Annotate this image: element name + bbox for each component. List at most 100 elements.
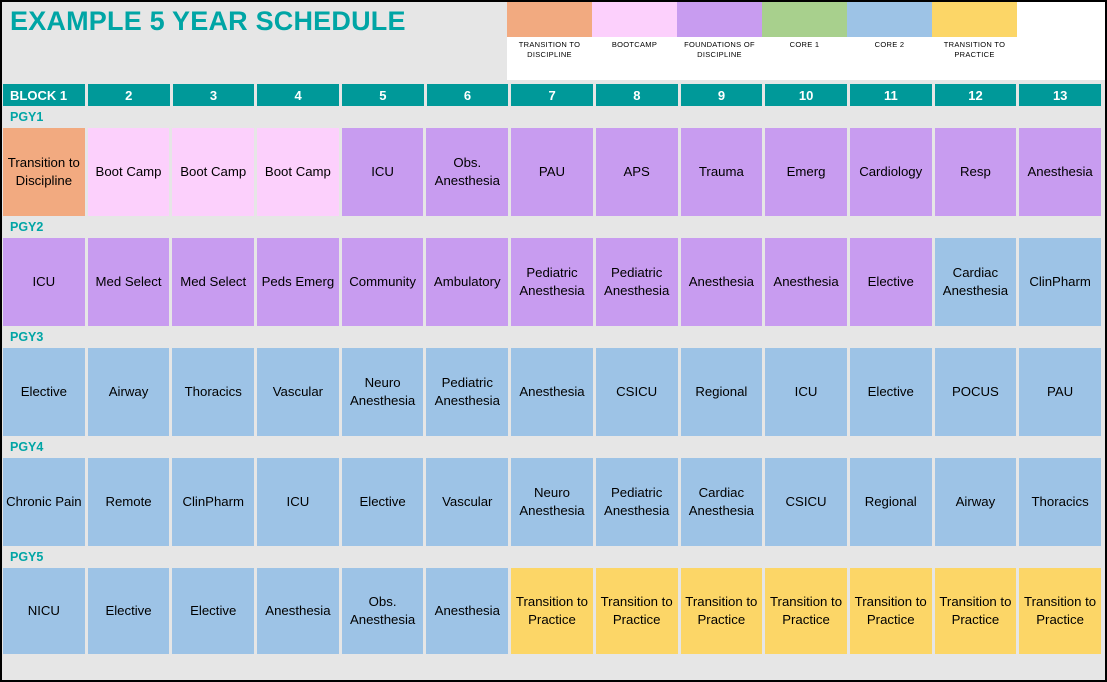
rotation-cell[interactable]: Obs. Anesthesia	[426, 128, 509, 216]
legend-item: CORE 2	[847, 2, 932, 50]
block-header-row: BLOCK 1 2 3 4 5 6 7 8 9 10 11 12 13	[2, 84, 1105, 106]
rotation-cell[interactable]: NICU	[3, 568, 85, 654]
block-header-cell[interactable]: BLOCK 1	[3, 84, 85, 106]
rotation-row: ICU Med Select Med Select Peds Emerg Communi…	[2, 238, 1105, 326]
legend-label: CORE 2	[874, 40, 905, 49]
rotation-cell[interactable]: Peds Emerg	[257, 238, 339, 326]
legend-item: BOOTCAMP	[592, 2, 677, 50]
rotation-cell[interactable]: Elective	[87, 568, 170, 654]
block-header-cell[interactable]: 8	[595, 84, 678, 106]
rotation-cell[interactable]: Cardiology	[849, 128, 932, 216]
rotation-cell[interactable]: Elective	[3, 348, 85, 436]
rotation-cell[interactable]: Pediatric Anesthesia	[426, 348, 509, 436]
block-header-cell[interactable]: 5	[341, 84, 424, 106]
legend-label: CORE 1	[789, 40, 820, 49]
rotation-cell[interactable]: Resp	[934, 128, 1017, 216]
rotation-cell[interactable]: Thoracics	[1019, 458, 1101, 546]
rotation-cell[interactable]: Transition to Discipline	[3, 128, 85, 216]
rotation-cell[interactable]: Trauma	[680, 128, 763, 216]
legend-item: TRANSITION TO DISCIPLINE	[507, 2, 592, 60]
year-label: PGY3	[10, 330, 44, 344]
block-header-cell[interactable]: 4	[257, 84, 339, 106]
rotation-cell[interactable]: Anesthesia	[257, 568, 339, 654]
rotation-cell[interactable]: Ambulatory	[426, 238, 509, 326]
rotation-cell[interactable]: ICU	[3, 238, 85, 326]
year-label: PGY5	[10, 550, 44, 564]
rotation-cell[interactable]: ClinPharm	[1019, 238, 1101, 326]
rotation-cell[interactable]: Neuro Anesthesia	[341, 348, 424, 436]
rotation-cell[interactable]: Med Select	[172, 238, 255, 326]
rotation-row: Chronic Pain Remote ClinPharm ICU Elective Va…	[2, 458, 1105, 546]
rotation-cell[interactable]: Transition to Practice	[849, 568, 932, 654]
year-group-pgy3: PGY3 Elective Airway Thoracics Vascular Neuro…	[2, 326, 1105, 436]
rotation-cell[interactable]: Regional	[680, 348, 763, 436]
rotation-cell[interactable]: CSICU	[765, 458, 847, 546]
rotation-cell[interactable]: ClinPharm	[172, 458, 255, 546]
rotation-cell[interactable]: Anesthesia	[765, 238, 847, 326]
rotation-cell[interactable]: Pediatric Anesthesia	[595, 458, 678, 546]
block-header-cell[interactable]: 9	[680, 84, 763, 106]
rotation-cell[interactable]: ICU	[765, 348, 847, 436]
rotation-cell[interactable]: Elective	[341, 458, 424, 546]
rotation-cell[interactable]: Transition to Practice	[1019, 568, 1101, 654]
rotation-row: Transition to Discipline Boot Camp Boot Ca…	[2, 128, 1105, 216]
block-header-cell[interactable]: 7	[511, 84, 593, 106]
rotation-cell[interactable]: Elective	[172, 568, 255, 654]
rotation-cell[interactable]: Boot Camp	[257, 128, 339, 216]
rotation-cell[interactable]: POCUS	[934, 348, 1017, 436]
legend-swatch	[932, 2, 1017, 37]
rotation-cell[interactable]: Remote	[87, 458, 170, 546]
rotation-cell[interactable]: Med Select	[87, 238, 170, 326]
block-header-cell[interactable]: 10	[765, 84, 847, 106]
year-group-pgy1: PGY1 Transition to Discipline Boot Camp Boo…	[2, 106, 1105, 216]
rotation-cell[interactable]: Chronic Pain	[3, 458, 85, 546]
rotation-cell[interactable]: Obs. Anesthesia	[341, 568, 424, 654]
rotation-cell[interactable]: Cardiac Anesthesia	[934, 238, 1017, 326]
rotation-cell[interactable]: Transition to Practice	[765, 568, 847, 654]
block-header-cell[interactable]: 3	[172, 84, 255, 106]
rotation-cell[interactable]: Transition to Practice	[511, 568, 593, 654]
block-header-cell[interactable]: 6	[426, 84, 509, 106]
rotation-cell[interactable]: Elective	[849, 348, 932, 436]
block-header-cell[interactable]: 11	[850, 84, 932, 106]
rotation-cell[interactable]: Elective	[849, 238, 932, 326]
rotation-cell[interactable]: Pediatric Anesthesia	[511, 238, 593, 326]
year-label: PGY2	[10, 220, 44, 234]
rotation-cell[interactable]: PAU	[1019, 348, 1101, 436]
legend-label: TRANSITION TO PRACTICE	[943, 40, 1006, 59]
block-header-cell[interactable]: 2	[87, 84, 170, 106]
rotation-cell[interactable]: Airway	[934, 458, 1017, 546]
rotation-cell[interactable]: ICU	[341, 128, 424, 216]
rotation-cell[interactable]: Community	[341, 238, 424, 326]
legend-item: FOUNDATIONS OF DISCIPLINE	[677, 2, 762, 60]
rotation-cell[interactable]: Boot Camp	[172, 128, 255, 216]
rotation-cell[interactable]: APS	[595, 128, 678, 216]
rotation-cell[interactable]: PAU	[511, 128, 593, 216]
rotation-cell[interactable]: Anesthesia	[426, 568, 509, 654]
rotation-cell[interactable]: Anesthesia	[511, 348, 593, 436]
rotation-cell[interactable]: Regional	[849, 458, 932, 546]
schedule-page: EXAMPLE 5 YEAR SCHEDULE TRANSITION TO DI…	[0, 0, 1107, 682]
legend-label: TRANSITION TO DISCIPLINE	[518, 40, 581, 59]
rotation-cell[interactable]: Anesthesia	[1019, 128, 1101, 216]
rotation-cell[interactable]: Emerg	[765, 128, 847, 216]
rotation-cell[interactable]: Cardiac Anesthesia	[680, 458, 763, 546]
rotation-cell[interactable]: ICU	[257, 458, 339, 546]
rotation-cell[interactable]: Transition to Practice	[680, 568, 763, 654]
rotation-cell[interactable]: Vascular	[257, 348, 339, 436]
rotation-cell[interactable]: CSICU	[595, 348, 678, 436]
rotation-row: NICU Elective Elective Anesthesia Obs. Anest…	[2, 568, 1105, 654]
year-group-pgy2: PGY2 ICU Med Select Med Select Peds Emerg Com…	[2, 216, 1105, 326]
rotation-cell[interactable]: Thoracics	[172, 348, 255, 436]
rotation-cell[interactable]: Neuro Anesthesia	[511, 458, 593, 546]
rotation-cell[interactable]: Transition to Practice	[595, 568, 678, 654]
rotation-cell[interactable]: Pediatric Anesthesia	[595, 238, 678, 326]
rotation-cell[interactable]: Vascular	[426, 458, 509, 546]
rotation-cell[interactable]: Transition to Practice	[934, 568, 1017, 654]
block-header-cell[interactable]: 12	[934, 84, 1017, 106]
rotation-cell[interactable]: Anesthesia	[680, 238, 763, 326]
legend-swatch	[762, 2, 847, 37]
block-header-cell[interactable]: 13	[1019, 84, 1102, 106]
rotation-cell[interactable]: Boot Camp	[87, 128, 170, 216]
rotation-cell[interactable]: Airway	[87, 348, 170, 436]
